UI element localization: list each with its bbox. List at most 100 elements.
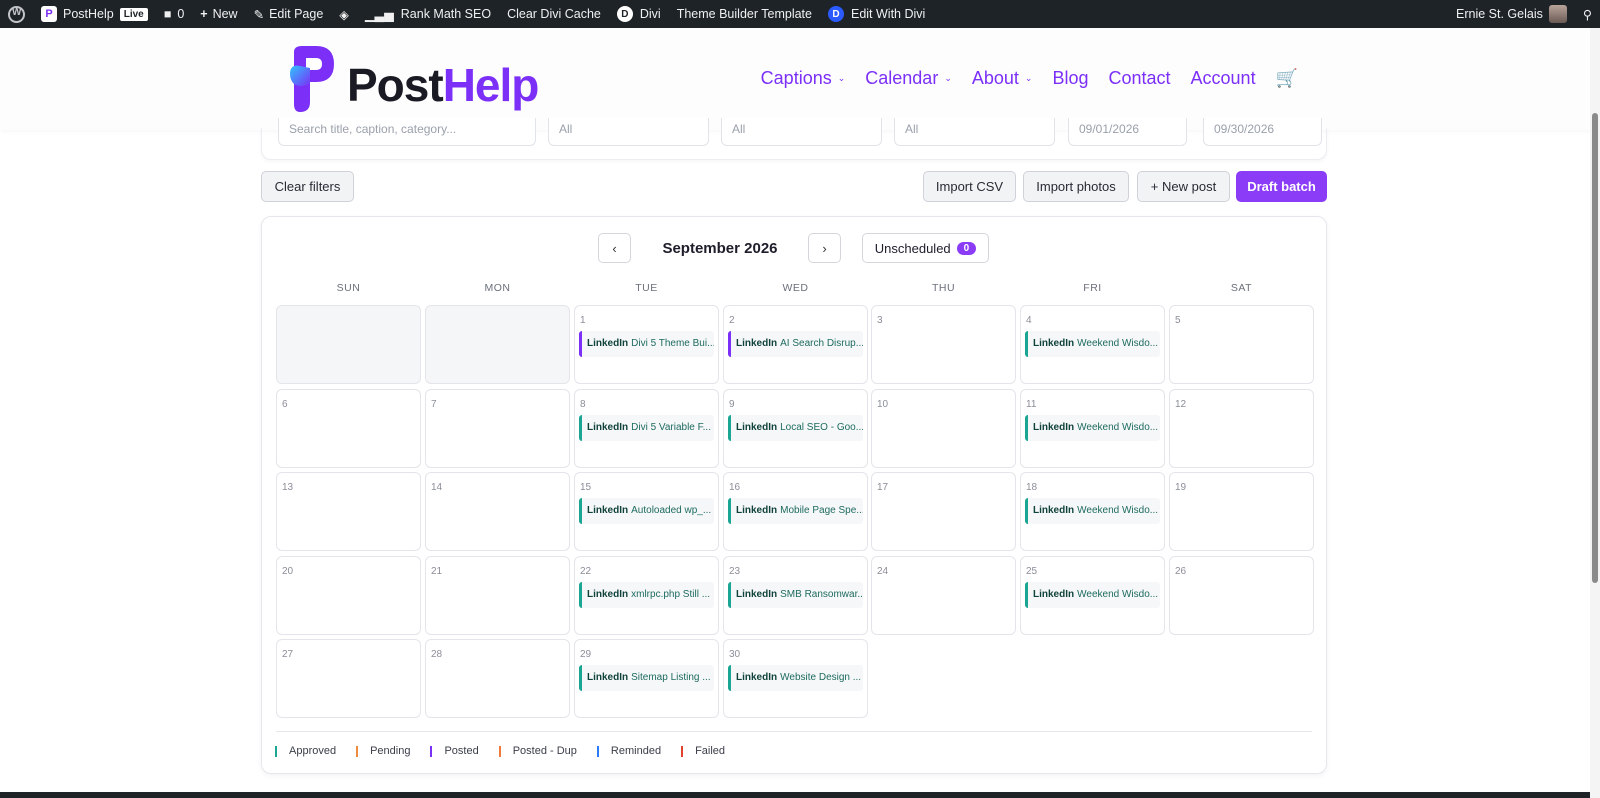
calendar-event[interactable]: LinkedIn Weekend Wisdo... <box>1025 498 1160 524</box>
divi-menu[interactable]: D Divi <box>609 0 669 28</box>
admin-search-icon[interactable]: ⚲ <box>1575 0 1600 28</box>
comments-menu[interactable]: ■ 0 <box>156 0 193 28</box>
edit-page-link[interactable]: ✎ Edit Page <box>246 0 332 28</box>
user-menu[interactable]: Ernie St. Gelais <box>1448 0 1575 28</box>
import-photos-button[interactable]: Import photos <box>1023 171 1129 202</box>
calendar-day-2[interactable]: 2 LinkedIn AI Search Disrup... <box>723 305 868 384</box>
weekday-fri: FRI <box>1083 282 1102 294</box>
chevron-down-icon: ⌄ <box>1024 73 1033 83</box>
filter-select-1[interactable]: All <box>548 118 709 146</box>
filter-select-3[interactable]: All <box>894 118 1055 146</box>
calendar-day-19[interactable]: 19 <box>1169 472 1314 551</box>
filter-select-2[interactable]: All <box>721 118 882 146</box>
diamond-menu[interactable]: ◈ <box>331 0 357 28</box>
logo-wordmark[interactable]: PostHelp <box>347 58 539 112</box>
nav-contact[interactable]: Contact <box>1108 68 1170 89</box>
wordpress-logo-icon[interactable] <box>0 0 33 28</box>
event-title: Sitemap Listing ... <box>631 672 711 683</box>
calendar-day-21[interactable]: 21 <box>425 556 570 635</box>
nav-calendar[interactable]: Calendar ⌄ <box>865 68 952 89</box>
calendar-day-6[interactable]: 6 <box>276 389 421 468</box>
legend-swatch <box>275 745 277 757</box>
date-from-input[interactable]: 09/01/2026 <box>1068 118 1187 146</box>
calendar-day-16[interactable]: 16 LinkedIn Mobile Page Spe... <box>723 472 868 551</box>
next-month-button[interactable]: › <box>808 233 841 263</box>
calendar-day-22[interactable]: 22 LinkedIn xmlrpc.php Still ... <box>574 556 719 635</box>
calendar-day-1[interactable]: 1 LinkedIn Divi 5 Theme Bui... <box>574 305 719 384</box>
calendar-event[interactable]: LinkedIn Weekend Wisdo... <box>1025 415 1160 441</box>
theme-builder-link[interactable]: Theme Builder Template <box>669 0 820 28</box>
calendar-event[interactable]: LinkedIn Weekend Wisdo... <box>1025 582 1160 608</box>
calendar-day-14[interactable]: 14 <box>425 472 570 551</box>
clear-divi-cache-link[interactable]: Clear Divi Cache <box>499 0 609 28</box>
draft-batch-button[interactable]: Draft batch <box>1236 171 1327 202</box>
calendar-day-25[interactable]: 25 LinkedIn Weekend Wisdo... <box>1020 556 1165 635</box>
new-content-menu[interactable]: + New <box>192 0 245 28</box>
legend-item-posted: Posted <box>430 745 479 757</box>
calendar-day-10[interactable]: 10 <box>871 389 1016 468</box>
day-number: 7 <box>431 399 437 410</box>
scrollbar-thumb[interactable] <box>1592 113 1598 583</box>
site-menu[interactable]: P PostHelp Live <box>33 0 156 28</box>
calendar-event[interactable]: LinkedIn Weekend Wisdo... <box>1025 331 1160 357</box>
calendar-event[interactable]: LinkedIn AI Search Disrup... <box>728 331 863 357</box>
nav-about[interactable]: About ⌄ <box>972 68 1033 89</box>
calendar-day-8[interactable]: 8 LinkedIn Divi 5 Variable F... <box>574 389 719 468</box>
calendar-day-9[interactable]: 9 LinkedIn Local SEO - Goo... <box>723 389 868 468</box>
calendar-day-18[interactable]: 18 LinkedIn Weekend Wisdo... <box>1020 472 1165 551</box>
calendar-event[interactable]: LinkedIn Divi 5 Theme Bui... <box>579 331 714 357</box>
calendar-event[interactable]: LinkedIn Local SEO - Goo... <box>728 415 863 441</box>
calendar-event[interactable]: LinkedIn Autoloaded wp_... <box>579 498 714 524</box>
calendar-day-13[interactable]: 13 <box>276 472 421 551</box>
new-post-button[interactable]: + New post <box>1137 171 1230 202</box>
calendar-event[interactable]: LinkedIn Divi 5 Variable F... <box>579 415 714 441</box>
search-input[interactable]: Search title, caption, category... <box>278 118 536 146</box>
calendar-day-7[interactable]: 7 <box>425 389 570 468</box>
calendar-day-3[interactable]: 3 <box>871 305 1016 384</box>
legend-label: Pending <box>370 745 411 757</box>
event-platform: LinkedIn <box>587 422 629 433</box>
calendar-event[interactable]: LinkedIn Sitemap Listing ... <box>579 665 714 691</box>
calendar-day-26[interactable]: 26 <box>1169 556 1314 635</box>
unscheduled-label: Unscheduled <box>874 240 951 256</box>
nav-blog[interactable]: Blog <box>1052 68 1088 89</box>
nav-blog-label: Blog <box>1052 68 1089 88</box>
calendar-day-15[interactable]: 15 LinkedIn Autoloaded wp_... <box>574 472 719 551</box>
rank-math-label: Rank Math SEO <box>400 7 492 21</box>
unscheduled-button[interactable]: Unscheduled 0 <box>862 233 989 263</box>
import-csv-button[interactable]: Import CSV <box>923 171 1016 202</box>
calendar-day-4[interactable]: 4 LinkedIn Weekend Wisdo... <box>1020 305 1165 384</box>
calendar-day-11[interactable]: 11 LinkedIn Weekend Wisdo... <box>1020 389 1165 468</box>
calendar-event[interactable]: LinkedIn Website Design ... <box>728 665 863 691</box>
calendar-cell-empty[interactable] <box>425 305 570 384</box>
event-title: Weekend Wisdo... <box>1077 338 1159 349</box>
calendar-cell-empty[interactable] <box>276 305 421 384</box>
prev-month-button[interactable]: ‹ <box>598 233 631 263</box>
calendar-day-5[interactable]: 5 <box>1169 305 1314 384</box>
nav-captions[interactable]: Captions ⌄ <box>761 68 846 89</box>
calendar-day-30[interactable]: 30 LinkedIn Website Design ... <box>723 639 868 718</box>
calendar-day-17[interactable]: 17 <box>871 472 1016 551</box>
posthelp-logo-icon[interactable] <box>288 44 336 116</box>
calendar-day-12[interactable]: 12 <box>1169 389 1314 468</box>
legend-label: Approved <box>289 745 337 757</box>
calendar-day-27[interactable]: 27 <box>276 639 421 718</box>
main-nav: Captions ⌄ Calendar ⌄ About ⌄ Blog Contact … <box>761 68 1298 89</box>
clear-filters-button[interactable]: Clear filters <box>261 171 354 202</box>
calendar-day-29[interactable]: 29 LinkedIn Sitemap Listing ... <box>574 639 719 718</box>
cart-icon[interactable]: 🛒 <box>1276 68 1298 89</box>
date-to-input[interactable]: 09/30/2026 <box>1203 118 1322 146</box>
calendar-day-28[interactable]: 28 <box>425 639 570 718</box>
calendar-day-20[interactable]: 20 <box>276 556 421 635</box>
edit-with-divi-link[interactable]: D Edit With Divi <box>820 0 933 28</box>
calendar-day-24[interactable]: 24 <box>871 556 1016 635</box>
calendar-day-23[interactable]: 23 LinkedIn SMB Ransomwar... <box>723 556 868 635</box>
calendar-event[interactable]: LinkedIn xmlrpc.php Still ... <box>579 582 714 608</box>
calendar-event[interactable]: LinkedIn Mobile Page Spe... <box>728 498 863 524</box>
calendar-event[interactable]: LinkedIn SMB Ransomwar... <box>728 582 863 608</box>
unscheduled-count-badge: 0 <box>956 241 977 255</box>
theme-builder-label: Theme Builder Template <box>676 7 812 21</box>
page-scrollbar[interactable] <box>1590 28 1600 798</box>
nav-account[interactable]: Account <box>1191 68 1256 89</box>
rank-math-menu[interactable]: ▁▃▅ Rank Math SEO <box>357 0 499 28</box>
